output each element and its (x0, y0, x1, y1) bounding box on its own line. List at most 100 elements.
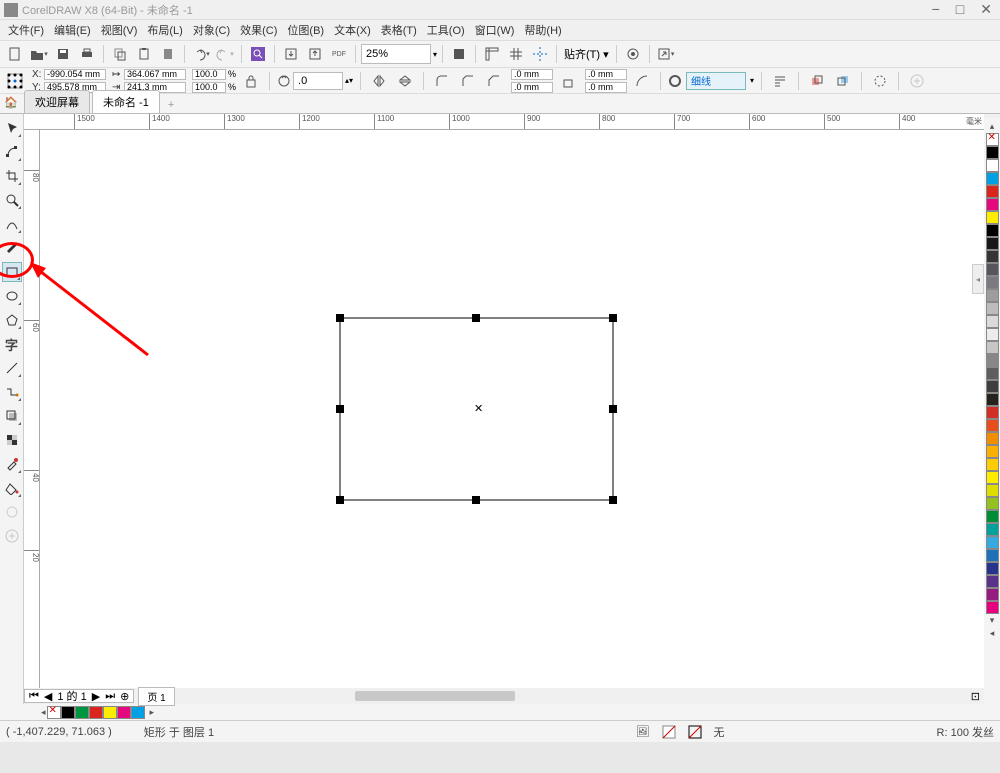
color-swatch[interactable] (986, 263, 999, 276)
show-grid-button[interactable] (505, 43, 527, 65)
print-button[interactable] (76, 43, 98, 65)
color-swatch[interactable] (986, 211, 999, 224)
freehand-tool[interactable] (2, 214, 22, 234)
show-guidelines-button[interactable] (529, 43, 551, 65)
to-back-button[interactable] (832, 70, 854, 92)
horizontal-scrollbar[interactable] (215, 690, 967, 702)
palette-expand-button[interactable]: ◂ (989, 627, 996, 640)
minimize-button[interactable]: − (928, 1, 944, 18)
add-tab-button[interactable]: + (162, 97, 180, 113)
color-swatch[interactable] (986, 406, 999, 419)
color-swatch[interactable] (986, 315, 999, 328)
wrap-text-button[interactable] (769, 70, 791, 92)
zoom-input[interactable] (361, 44, 431, 64)
toolbox-customize-button[interactable] (2, 526, 22, 546)
page-navigator[interactable]: ⏮ ◀ 1 的 1 ▶ ⏭ ⊕ (24, 689, 134, 703)
fullscreen-button[interactable] (448, 43, 470, 65)
menu-text[interactable]: 文本(X) (330, 20, 375, 40)
color-swatch[interactable] (986, 276, 999, 289)
eyedropper-tool[interactable] (2, 454, 22, 474)
pick-tool[interactable] (2, 118, 22, 138)
maximize-button[interactable]: □ (952, 1, 968, 18)
menu-edit[interactable]: 编辑(E) (50, 20, 95, 40)
drop-shadow-tool[interactable] (2, 406, 22, 426)
outline-width-input[interactable] (686, 72, 746, 90)
options-button[interactable] (622, 43, 644, 65)
color-swatch[interactable] (986, 224, 999, 237)
ellipse-tool[interactable] (2, 286, 22, 306)
x-position-input[interactable] (44, 69, 106, 80)
color-swatch[interactable] (986, 484, 999, 497)
color-swatch[interactable] (986, 328, 999, 341)
menu-view[interactable]: 视图(V) (97, 20, 142, 40)
publish-pdf-button[interactable]: PDF (328, 43, 350, 65)
color-swatch[interactable] (986, 289, 999, 302)
convert-curves-button[interactable] (869, 70, 891, 92)
home-icon[interactable]: 🏠 (4, 96, 20, 112)
doc-color-swatch[interactable] (117, 706, 131, 719)
color-swatch[interactable] (986, 354, 999, 367)
crop-tool[interactable] (2, 166, 22, 186)
lock-ratio-button[interactable] (240, 70, 262, 92)
doc-color-swatch[interactable] (89, 706, 103, 719)
vertical-ruler[interactable]: 80 60 40 20 (24, 130, 40, 688)
doc-palette-next[interactable]: ▸ (149, 706, 156, 719)
color-proof-icon[interactable]: 🖼 (636, 725, 650, 739)
polygon-tool[interactable] (2, 310, 22, 330)
scallop-corner-button[interactable] (457, 70, 479, 92)
color-swatch[interactable] (986, 341, 999, 354)
color-swatch[interactable] (986, 458, 999, 471)
page-prev-button[interactable]: ◀ (42, 690, 54, 703)
to-front-button[interactable] (806, 70, 828, 92)
doc-color-swatch[interactable] (61, 706, 75, 719)
menu-table[interactable]: 表格(T) (377, 20, 421, 40)
scale-x-input[interactable] (192, 69, 226, 80)
import-button[interactable] (280, 43, 302, 65)
redo-button[interactable]: ▾ (214, 43, 236, 65)
color-swatch[interactable] (986, 601, 999, 614)
color-swatch[interactable] (986, 510, 999, 523)
menu-bitmap[interactable]: 位图(B) (283, 20, 328, 40)
color-swatch[interactable] (986, 471, 999, 484)
docker-collapse-button[interactable]: ◂ (972, 264, 984, 294)
open-button[interactable]: ▾ (28, 43, 50, 65)
corner-bl-input[interactable] (511, 82, 553, 93)
page-next-button[interactable]: ▶ (90, 690, 102, 703)
canvas[interactable]: ✕ ◂ (40, 130, 984, 688)
fill-tool[interactable] (2, 478, 22, 498)
page-first-button[interactable]: ⏮ (27, 690, 41, 703)
color-swatch[interactable] (986, 146, 999, 159)
doc-color-swatch[interactable] (75, 706, 89, 719)
zoom-tool[interactable] (2, 190, 22, 210)
color-swatch[interactable] (986, 380, 999, 393)
paste-button[interactable] (133, 43, 155, 65)
smart-fill-tool[interactable] (2, 502, 22, 522)
snap-dropdown[interactable]: 贴齐(T) ▾ (562, 46, 611, 62)
color-swatch[interactable] (986, 237, 999, 250)
transparency-tool[interactable] (2, 430, 22, 450)
corner-tr-input[interactable] (585, 69, 627, 80)
color-swatch[interactable] (986, 432, 999, 445)
menu-file[interactable]: 文件(F) (4, 20, 48, 40)
close-button[interactable]: ✕ (976, 1, 996, 18)
menu-window[interactable]: 窗口(W) (471, 20, 519, 40)
relative-corner-button[interactable] (631, 70, 653, 92)
tab-document[interactable]: 未命名 -1 (92, 90, 160, 113)
horizontal-ruler[interactable]: 1500 1400 1300 1200 1100 1000 900 800 70… (24, 114, 984, 130)
color-swatch[interactable] (986, 159, 999, 172)
color-none[interactable] (986, 133, 999, 146)
doc-color-swatch[interactable] (131, 706, 145, 719)
color-swatch[interactable] (986, 536, 999, 549)
menu-layout[interactable]: 布局(L) (143, 20, 186, 40)
show-rulers-button[interactable] (481, 43, 503, 65)
rotation-spinner[interactable]: ▴▾ (345, 76, 353, 85)
color-swatch[interactable] (986, 185, 999, 198)
nav-popup-button[interactable]: ⊡ (967, 690, 984, 703)
copy-button[interactable] (109, 43, 131, 65)
search-content-button[interactable] (247, 43, 269, 65)
page-add-button[interactable]: ⊕ (118, 690, 131, 703)
scale-y-input[interactable] (192, 82, 226, 93)
corner-br-input[interactable] (585, 82, 627, 93)
menu-tools[interactable]: 工具(O) (423, 20, 469, 40)
clipboard-button[interactable] (157, 43, 179, 65)
